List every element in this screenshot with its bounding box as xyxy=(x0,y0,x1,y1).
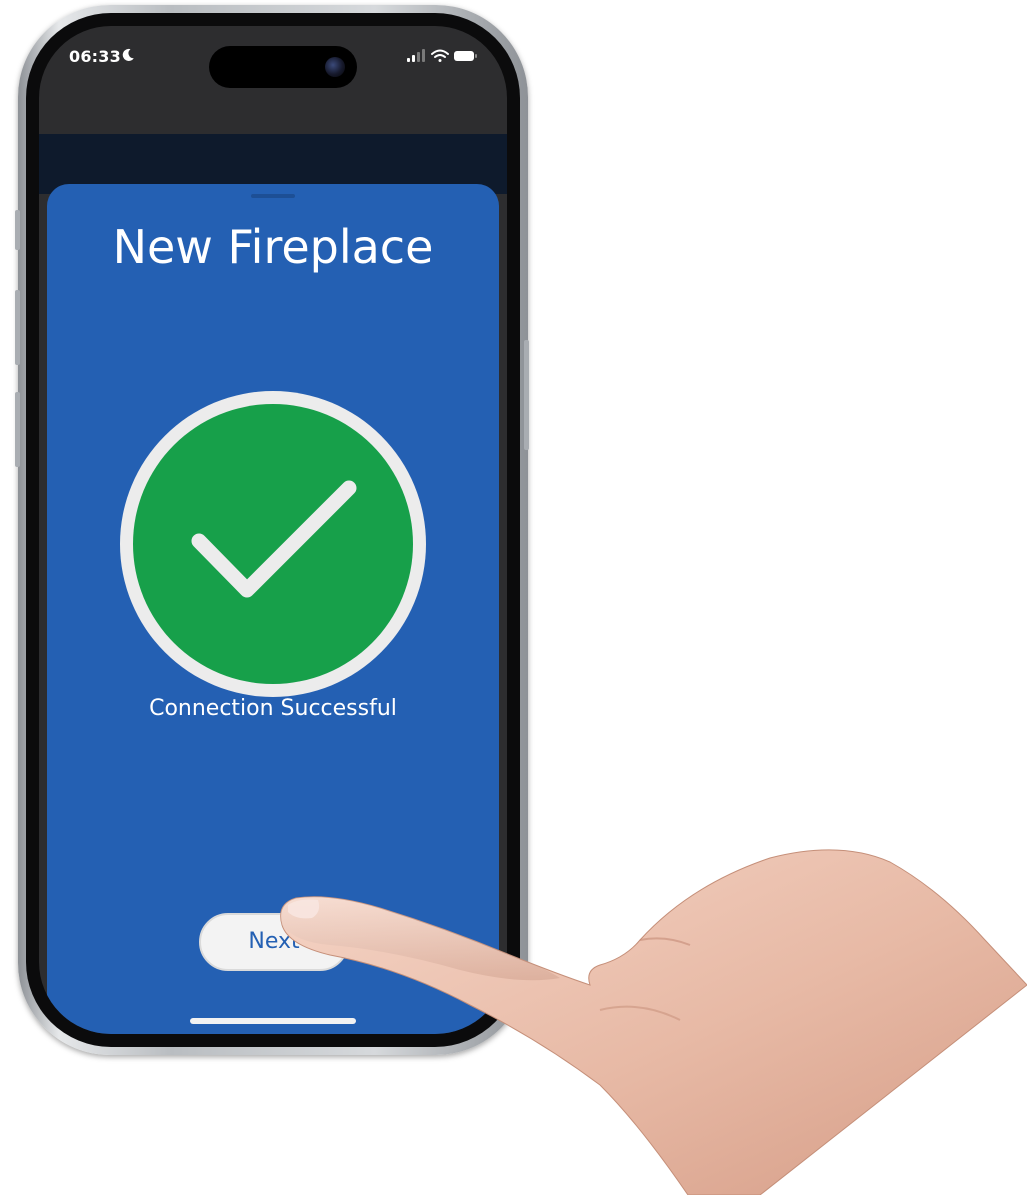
new-fireplace-sheet: New Fireplace Connection Successful Next xyxy=(47,184,499,1034)
success-badge-fill xyxy=(133,404,413,684)
phone-bezel: 06:33 New Fireplace Connection Successfu… xyxy=(26,13,520,1047)
success-badge xyxy=(120,391,426,697)
camera-lens xyxy=(325,57,345,77)
sheet-grabber[interactable] xyxy=(251,194,295,198)
next-button[interactable]: Next xyxy=(199,913,349,971)
battery-icon xyxy=(454,51,477,61)
sheet-title: New Fireplace xyxy=(112,220,434,274)
phone-frame: 06:33 New Fireplace Connection Successfu… xyxy=(18,5,528,1055)
signal-icon xyxy=(407,49,425,62)
home-indicator[interactable] xyxy=(190,1018,356,1024)
status-bar: 06:33 xyxy=(39,26,507,88)
connection-status-message: Connection Successful xyxy=(149,696,397,721)
status-icons xyxy=(407,49,477,62)
moon-icon xyxy=(122,48,134,61)
status-time: 06:33 xyxy=(69,47,121,66)
power-button xyxy=(524,340,529,450)
wifi-icon xyxy=(431,49,449,62)
checkmark-icon xyxy=(191,480,357,598)
action-button xyxy=(15,210,20,250)
dynamic-island xyxy=(209,46,357,88)
volume-down-button xyxy=(15,392,20,467)
phone-screen: 06:33 New Fireplace Connection Successfu… xyxy=(39,26,507,1034)
volume-up-button xyxy=(15,290,20,365)
